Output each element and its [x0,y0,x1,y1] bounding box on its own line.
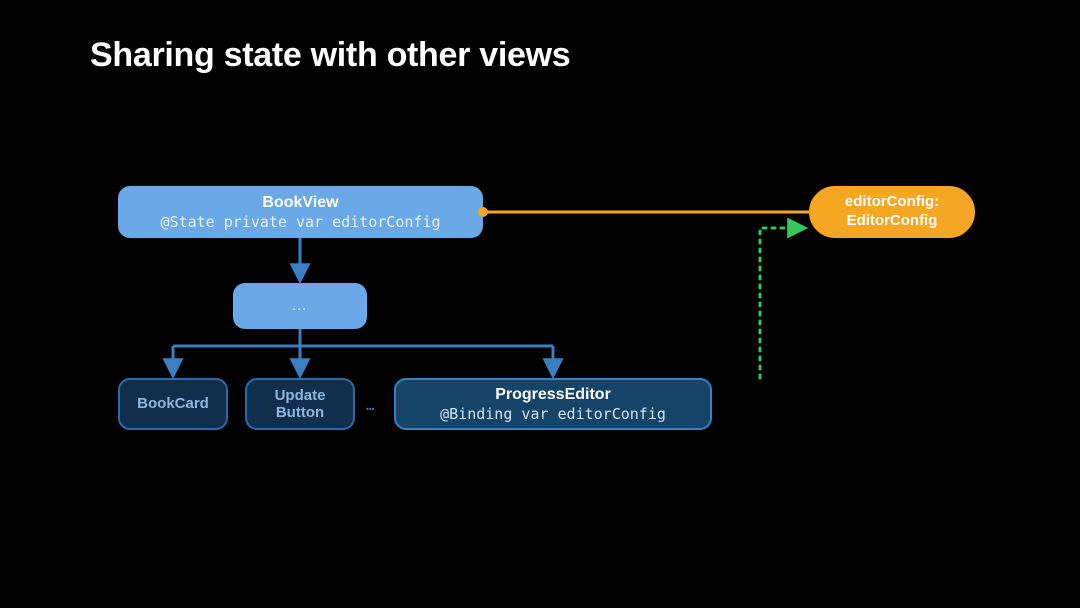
node-subtitle: @Binding var editorConfig [440,405,666,424]
node-title: ProgressEditor [495,385,611,405]
node-editorconfig: editorConfig: EditorConfig [809,186,975,238]
node-update-button: Update Button [245,378,355,430]
node-subtitle: @State private var editorConfig [161,213,441,232]
node-title-line2: Button [276,404,324,421]
slide-title: Sharing state with other views [90,36,570,75]
node-bookcard: BookCard [118,378,228,430]
node-bookview: BookView @State private var editorConfig [118,186,483,238]
node-subtitle: EditorConfig [847,212,938,231]
arrows-overlay [0,0,1080,608]
node-ellipsis: … [233,283,367,329]
ellipsis-separator: … [366,398,374,414]
node-title: editorConfig: [845,193,939,212]
arrow-progeditor-to-editorconfig [760,228,804,378]
node-progress-editor: ProgressEditor @Binding var editorConfig [394,378,712,430]
node-label: … [291,296,309,316]
slide: Sharing state with other views BookView … [0,0,1080,608]
node-title: BookView [262,193,338,213]
node-title: BookCard [137,395,209,414]
node-title-line1: Update [275,387,326,404]
